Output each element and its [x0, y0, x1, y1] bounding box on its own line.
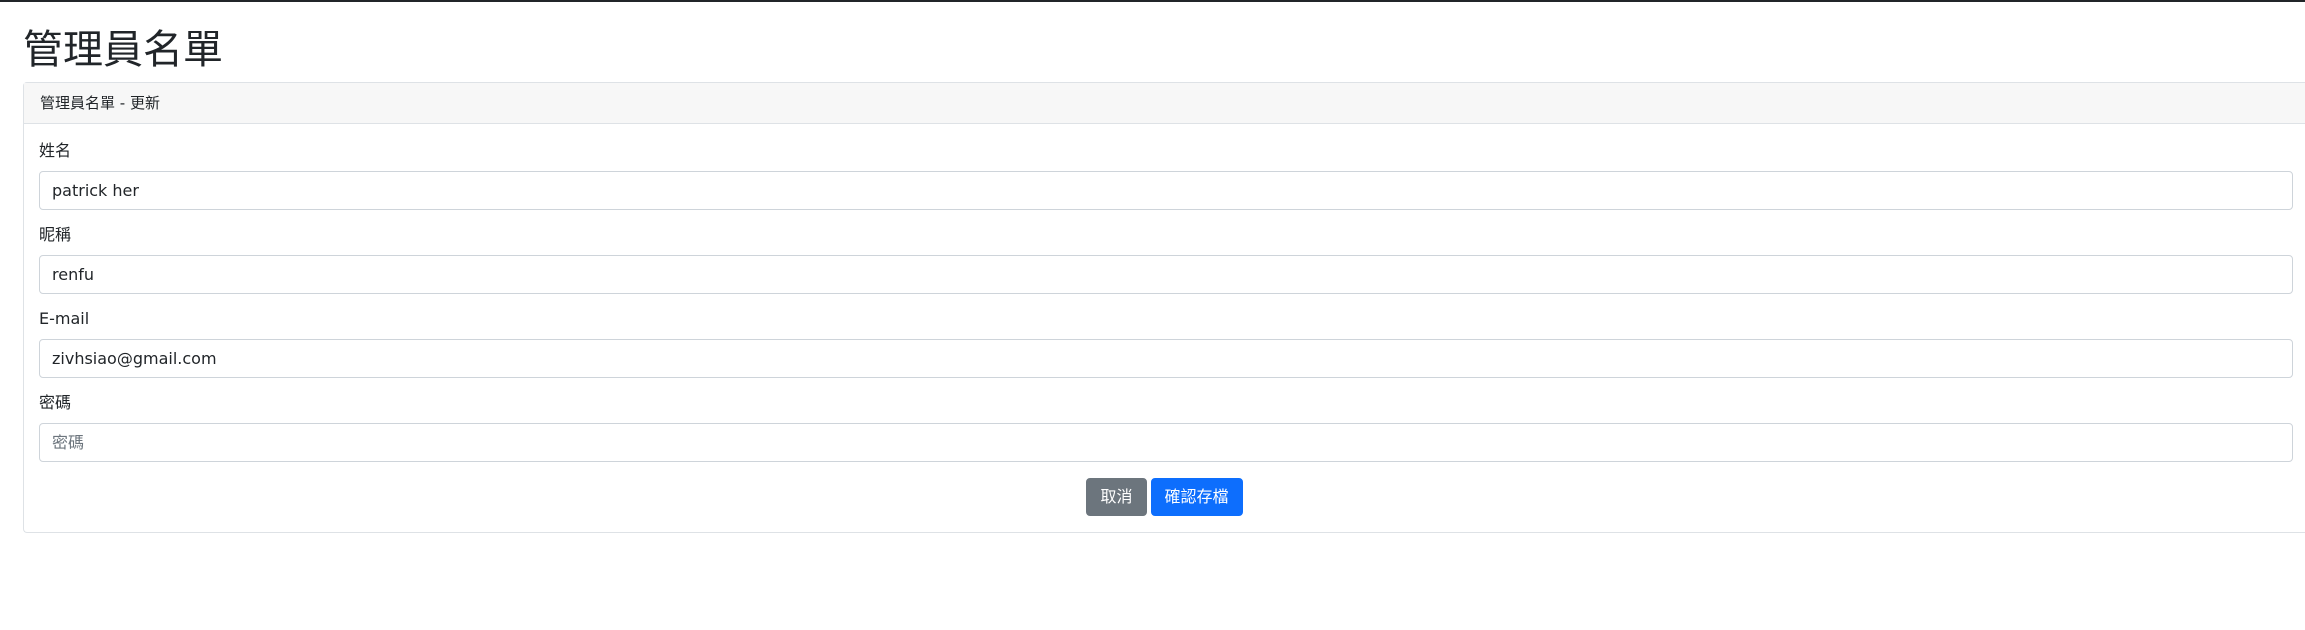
name-label: 姓名 — [39, 141, 72, 160]
card-header: 管理員名單 - 更新 — [24, 83, 2305, 124]
nickname-input[interactable] — [39, 255, 2293, 294]
page-title: 管理員名單 — [23, 27, 223, 73]
card-body: 姓名 昵稱 E-mail 密碼 取消 確認存檔 — [24, 124, 2305, 532]
password-label: 密碼 — [39, 393, 72, 412]
email-group: E-mail — [39, 308, 2293, 378]
name-group: 姓名 — [39, 140, 2293, 210]
admin-update-form: 姓名 昵稱 E-mail 密碼 取消 確認存檔 — [39, 140, 2293, 516]
password-group: 密碼 — [39, 392, 2293, 462]
page-container: 管理員名單 管理員名單 - 更新 姓名 昵稱 E-mail 密碼 — [23, 2, 2305, 533]
form-actions: 取消 確認存檔 — [39, 476, 2290, 516]
admin-update-card: 管理員名單 - 更新 姓名 昵稱 E-mail 密碼 — [23, 82, 2305, 533]
password-input[interactable] — [39, 423, 2293, 462]
email-label: E-mail — [39, 309, 90, 328]
cancel-button[interactable]: 取消 — [1086, 478, 1147, 516]
nickname-group: 昵稱 — [39, 224, 2293, 294]
email-input[interactable] — [39, 339, 2293, 378]
name-input[interactable] — [39, 171, 2293, 210]
nickname-label: 昵稱 — [39, 225, 72, 244]
save-button[interactable]: 確認存檔 — [1150, 478, 1243, 516]
